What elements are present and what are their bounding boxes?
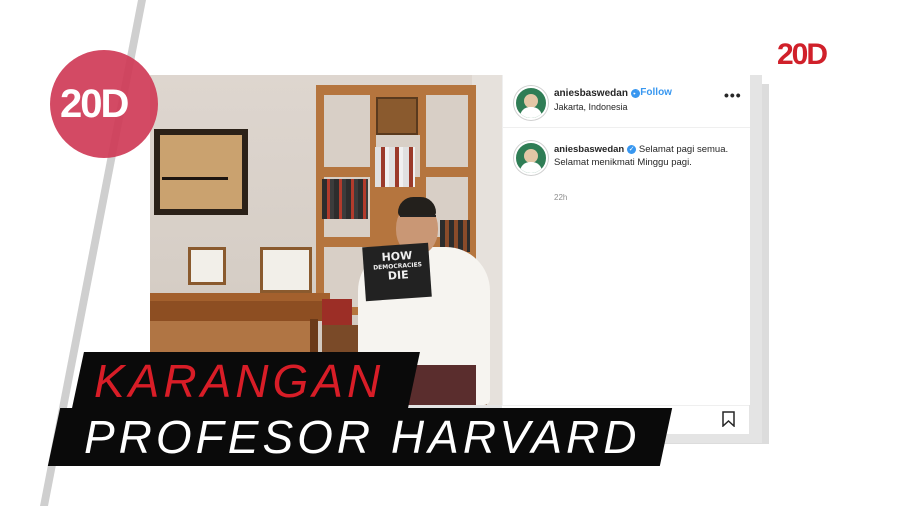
photo-frame	[188, 247, 226, 285]
follow-label[interactable]: Follow	[640, 87, 672, 98]
post-header: aniesbaswedan ✓ • Follow Jakarta, Indones…	[503, 75, 750, 128]
post-timestamp[interactable]: 22h	[554, 193, 567, 202]
post-caption: aniesbaswedan ✓ Selamat pagi semua. Selam…	[554, 143, 734, 169]
channel-logo: 20D	[60, 82, 129, 126]
vintage-radio	[376, 97, 418, 135]
calligraphy-frame	[154, 129, 248, 215]
headline-line-1: KARANGAN	[94, 355, 385, 407]
photo-frame	[260, 247, 312, 293]
books-row	[375, 147, 415, 187]
caption-username[interactable]: aniesbaswedan	[554, 144, 624, 155]
books-row	[322, 179, 368, 219]
caption-avatar[interactable]	[514, 141, 548, 175]
username-link[interactable]: aniesbaswedan ✓	[554, 88, 640, 99]
video-frame: HOW DEMOCRACIES DIE aniesbaswedan ✓ • Fol…	[0, 0, 900, 506]
avatar[interactable]	[514, 86, 548, 120]
separator-dot: •	[634, 87, 638, 98]
table	[150, 301, 326, 321]
red-box	[322, 299, 352, 327]
book-title: HOW DEMOCRACIES DIE	[371, 249, 425, 284]
follow-button[interactable]: • Follow	[634, 87, 672, 98]
post-side-panel: aniesbaswedan ✓ • Follow Jakarta, Indones…	[502, 75, 750, 405]
username-text[interactable]: aniesbaswedan	[554, 88, 628, 99]
book-cover: HOW DEMOCRACIES DIE	[362, 242, 432, 302]
man-hair	[398, 197, 436, 217]
more-options-icon[interactable]: •••	[724, 87, 742, 103]
verified-badge-icon: ✓	[627, 144, 637, 154]
channel-logo-small: 20D	[777, 38, 828, 71]
location-link[interactable]: Jakarta, Indonesia	[554, 102, 628, 112]
bookmark-icon[interactable]	[722, 411, 735, 427]
headline-line-2: PROFESOR HARVARD	[84, 411, 641, 463]
glasses	[400, 215, 436, 225]
